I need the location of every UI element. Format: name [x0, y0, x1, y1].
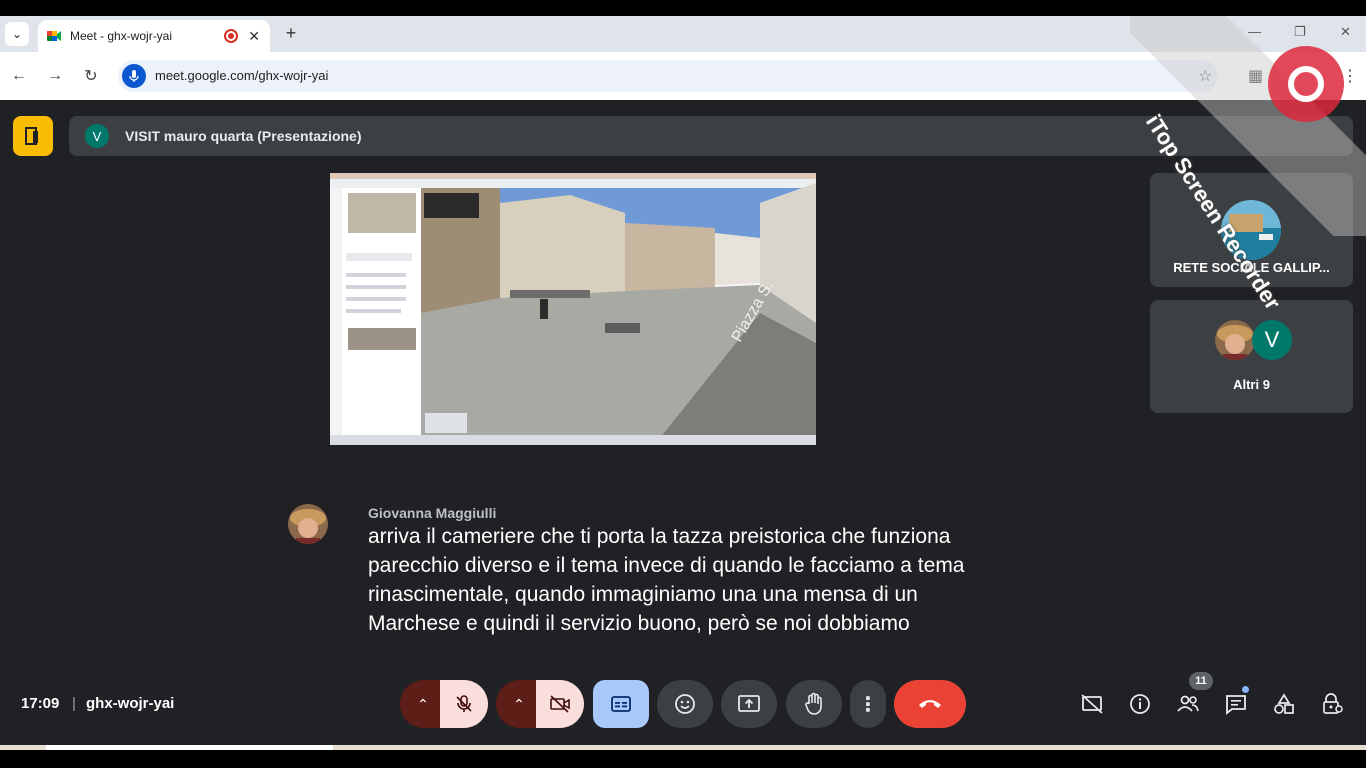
address-bar[interactable]: meet.google.com/ghx-wojr-yai	[118, 60, 1218, 92]
participant-avatar-initial: V	[1252, 320, 1292, 360]
recording-icon	[224, 29, 239, 43]
people-icon	[1177, 695, 1199, 712]
more-vert-icon: ⋮	[858, 693, 878, 716]
presenter-avatar: V	[85, 124, 109, 148]
chevron-down-icon: ⌄	[11, 27, 23, 41]
caption-line: rinascimentale, quando immaginiamo una u…	[368, 583, 918, 606]
mic-toggle-button[interactable]	[440, 680, 488, 728]
captions-button[interactable]	[593, 680, 649, 728]
chevron-up-icon: ⌃	[417, 695, 429, 712]
top-border	[0, 0, 1366, 16]
mic-control-group: ⌃	[400, 680, 488, 728]
bottom-strip	[0, 745, 1366, 768]
hand-icon	[805, 692, 822, 715]
info-icon	[1130, 694, 1150, 714]
chat-button[interactable]	[1222, 690, 1250, 718]
meet-logo-icon	[47, 31, 61, 41]
minimize-icon[interactable]: —	[1248, 24, 1261, 39]
browser-toolbar: ← → ↻ meet.google.com/ghx-wojr-yai ☆ ▦ ⋮	[0, 52, 1366, 100]
reload-icon: ↻	[84, 68, 98, 85]
more-options-button[interactable]: ⋮	[850, 680, 886, 728]
activities-button[interactable]	[1270, 690, 1298, 718]
presentation-indicator-button[interactable]	[13, 116, 53, 156]
restore-icon[interactable]: ❐	[1294, 24, 1306, 40]
star-icon[interactable]: ☆	[1198, 66, 1212, 86]
chat-notification-dot	[1242, 686, 1249, 693]
arrow-right-icon: →	[47, 67, 63, 84]
camera-control-group: ⌃	[496, 680, 584, 728]
people-button[interactable]	[1174, 690, 1202, 718]
url-text: meet.google.com/ghx-wojr-yai	[155, 68, 329, 83]
present-now-button[interactable]	[721, 680, 777, 728]
others-tile[interactable]: V Altri 9	[1150, 300, 1353, 413]
present-screen-icon	[738, 695, 760, 712]
meet-stage: V VISIT mauro quarta (Presentazione) Pia…	[0, 100, 1366, 745]
tab-strip: ⌄ Meet - ghx-wojr-yai ✕ + — ❐ ✕	[0, 16, 1366, 52]
others-count-label: Altri 9	[1233, 377, 1270, 392]
speaker-avatar	[288, 504, 328, 544]
host-controls-button[interactable]	[1318, 690, 1346, 718]
lock-person-icon	[1323, 693, 1343, 714]
chevron-up-icon: ⌃	[513, 695, 525, 712]
call-end-icon	[919, 700, 941, 708]
browser-tab[interactable]: Meet - ghx-wojr-yai ✕	[38, 20, 270, 52]
meeting-code: ghx-wojr-yai	[86, 695, 175, 712]
caption-speaker-name: Giovanna Maggiulli	[368, 505, 497, 521]
raise-hand-button[interactable]	[786, 680, 842, 728]
emoji-icon	[675, 694, 695, 714]
screen: ⌄ Meet - ghx-wojr-yai ✕ + — ❐ ✕ ← → ↻ me…	[0, 0, 1366, 768]
mic-off-icon	[456, 695, 472, 712]
extensions-icon[interactable]: ▦	[1248, 66, 1263, 86]
participant-avatar	[1215, 320, 1255, 360]
reactions-button[interactable]	[657, 680, 713, 728]
presentation-title: VISIT mauro quarta (Presentazione)	[125, 128, 362, 144]
arrow-left-icon: ←	[11, 67, 27, 84]
tab-search-button[interactable]: ⌄	[5, 22, 29, 46]
presentation-icon	[25, 127, 38, 145]
shapes-icon	[1274, 693, 1294, 714]
companion-mode-button[interactable]	[1078, 690, 1106, 718]
chat-icon	[1226, 695, 1246, 715]
camera-toggle-button[interactable]	[536, 680, 584, 728]
participants-count-badge: 11	[1189, 672, 1213, 690]
closed-captions-icon	[611, 696, 631, 712]
new-tab-button[interactable]: +	[280, 22, 302, 44]
caption-line: arriva il cameriere che ti porta la tazz…	[368, 525, 951, 548]
close-tab-icon[interactable]: ✕	[248, 28, 260, 45]
caption-line: parecchio diverso e il tema invece di qu…	[368, 554, 965, 577]
meeting-time: 17:09	[21, 695, 60, 712]
back-button[interactable]: ←	[7, 64, 31, 88]
forward-button[interactable]: →	[43, 64, 67, 88]
caption-line: Marchese e quindi il servizio buono, per…	[368, 612, 910, 635]
microphone-icon[interactable]	[122, 64, 146, 88]
footer-separator: |	[72, 695, 76, 712]
reload-button[interactable]: ↻	[79, 64, 103, 88]
street-view-image: Piazza S.	[330, 173, 816, 445]
meeting-details-button[interactable]	[1126, 690, 1154, 718]
leave-call-button[interactable]	[894, 680, 966, 728]
camera-off-icon	[550, 695, 570, 713]
present-off-icon	[1081, 694, 1103, 714]
shared-screen: Piazza S.	[330, 173, 816, 445]
close-window-icon[interactable]: ✕	[1340, 24, 1351, 40]
tab-title: Meet - ghx-wojr-yai	[70, 29, 173, 43]
